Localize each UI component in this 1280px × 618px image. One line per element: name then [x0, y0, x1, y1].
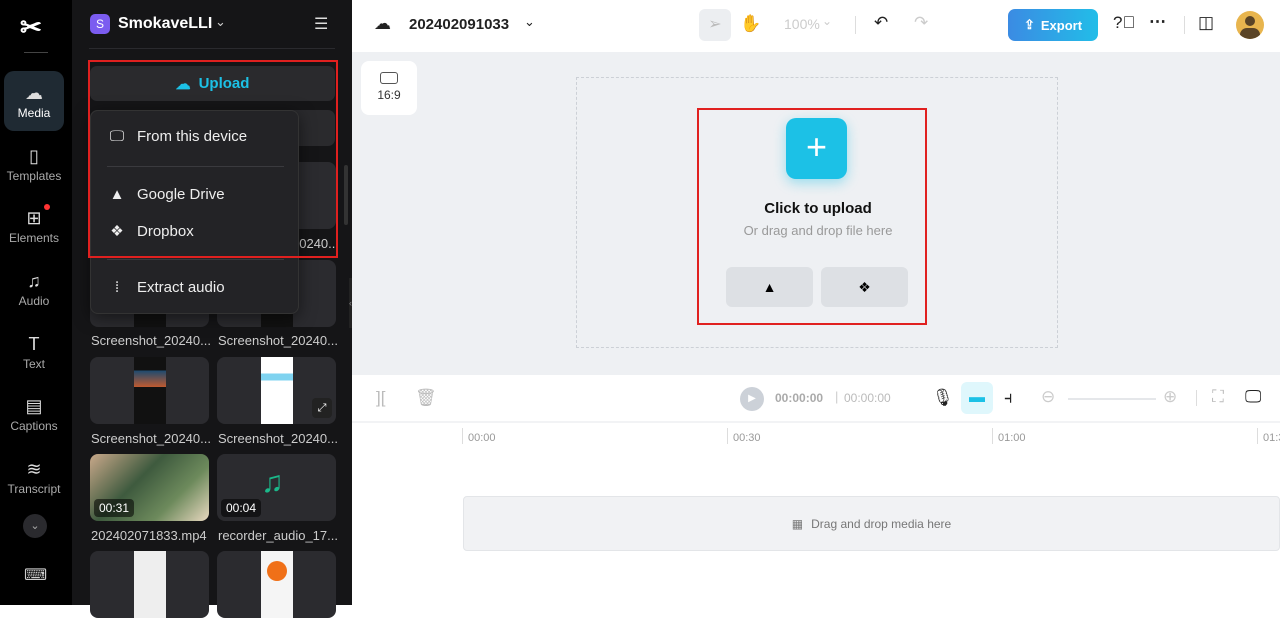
zoom-select[interactable]: 100%	[784, 16, 820, 32]
text-icon: T	[28, 333, 40, 354]
capcut-logo-icon: ✂	[20, 12, 42, 42]
chevron-down-icon[interactable]: ⌄	[215, 14, 226, 30]
media-tile[interactable]	[90, 357, 209, 424]
select-tool-icon[interactable]: ➢	[699, 9, 731, 41]
hand-tool-icon[interactable]: ✋	[740, 14, 761, 34]
media-tile[interactable]	[217, 551, 336, 618]
media-name: Screenshot_20240...	[91, 431, 211, 446]
timeline-zoom-slider[interactable]	[1068, 398, 1156, 400]
templates-icon: ▯	[29, 145, 39, 166]
rail-label: Audio	[18, 293, 50, 308]
microphone-icon[interactable]: 🎙	[932, 388, 954, 408]
sort-icon[interactable]: ☰	[314, 14, 328, 34]
fit-icon[interactable]: ⛶	[1212, 387, 1224, 407]
highlight-box	[88, 60, 338, 258]
rail-templates[interactable]: ▯ Templates	[4, 134, 64, 194]
media-name: 202402071833.mp4	[91, 528, 207, 543]
media-name: recorder_audio_17...	[218, 528, 338, 543]
media-name: Screenshot_20240...	[91, 333, 211, 348]
rail-elements[interactable]: ⊞ Elements	[4, 196, 64, 256]
tick-label: 01:3	[1263, 432, 1280, 444]
film-icon: ▦	[791, 516, 804, 531]
music-note-icon: ♫	[27, 270, 41, 291]
layout-panel-icon[interactable]: ◫	[1198, 13, 1214, 33]
audio-tile[interactable]: ♫ 00:04	[217, 454, 336, 521]
cloud-upload-icon: ☁	[25, 82, 43, 103]
export-label: Export	[1040, 17, 1083, 33]
tick-label: 01:00	[998, 432, 1026, 444]
user-avatar[interactable]	[1236, 11, 1264, 39]
timeline: 00:00 00:30 01:00 01:3 ▦ Drag and drop me…	[352, 423, 1280, 605]
redo-icon[interactable]: ↷	[914, 13, 928, 33]
rail-text[interactable]: T Text	[4, 322, 64, 382]
top-bar: ☁ 202402091033 ⌄ ➢ ✋ 100% ⌄ ↶ ↷ ⇪ Export …	[352, 0, 1280, 52]
ratio-label: 16:9	[377, 88, 401, 102]
timeline-toolbar: ][ 🗑 ▶ 00:00:00 | 00:00:00 🎙 ▬ ⫞ ⊖ ⊕ ⛶ 🖵	[352, 375, 1280, 423]
extract-audio-icon: ⦙	[115, 279, 119, 296]
split-icon[interactable]: ][	[376, 388, 385, 408]
left-rail: ✂ ☁ Media ▯ Templates ⊞ Elements ♫ Audio T Te…	[0, 0, 72, 605]
track-dropzone[interactable]: ▦ Drag and drop media here	[463, 496, 1280, 551]
media-name: Screenshot_20240...	[218, 333, 338, 348]
help-icon[interactable]: ?⃝	[1113, 13, 1135, 33]
project-title[interactable]: 202402091033	[409, 16, 509, 33]
highlight-box	[697, 108, 927, 325]
media-name: Screenshot_20240...	[218, 431, 338, 446]
export-button[interactable]: ⇪ Export	[1008, 9, 1098, 41]
preview-monitor-icon[interactable]: 🖵	[1245, 387, 1261, 407]
rail-label: Media	[17, 105, 51, 120]
elements-icon: ⊞	[26, 207, 42, 228]
music-note-icon: ♫	[261, 466, 284, 499]
transcript-icon: ≋	[26, 458, 42, 479]
scrollbar[interactable]	[344, 165, 348, 225]
workspace-avatar: S	[90, 14, 110, 34]
more-chevron-down-icon[interactable]: ⌄	[23, 514, 47, 538]
delete-icon[interactable]: 🗑	[415, 388, 437, 408]
aspect-ratio-button[interactable]: 16:9	[361, 61, 417, 115]
workspace-name[interactable]: SmokaveLLI	[118, 15, 212, 33]
expand-icon[interactable]: ⤢	[312, 398, 332, 418]
rail-audio[interactable]: ♫ Audio	[4, 259, 64, 319]
duration-badge: 00:04	[221, 499, 262, 517]
cloud-icon: ☁	[374, 14, 391, 33]
split-clip-icon[interactable]: ⫞	[1004, 388, 1013, 408]
rail-label: Templates	[6, 168, 62, 183]
play-button[interactable]: ▶	[740, 387, 764, 411]
captions-icon: ▤	[25, 395, 43, 416]
keyboard-icon[interactable]: ⌨	[24, 565, 47, 585]
ratio-icon	[380, 72, 398, 84]
rail-label: Captions	[10, 418, 58, 433]
menu-extract-audio[interactable]: ⦙ Extract audio	[107, 279, 225, 296]
rail-label: Transcript	[7, 481, 61, 496]
notification-badge	[44, 204, 50, 210]
rail-label: Text	[22, 356, 45, 371]
zoom-out-icon[interactable]: ⊖	[1041, 387, 1055, 407]
canvas-area: 16:9 + Click to upload Or drag and drop …	[352, 52, 1280, 375]
snap-toggle-icon[interactable]: ▬	[961, 382, 993, 414]
undo-icon[interactable]: ↶	[874, 13, 888, 33]
chevron-down-icon: ⌄	[822, 14, 833, 28]
rail-media[interactable]: ☁ Media	[4, 71, 64, 131]
media-tile[interactable]: ⤢	[217, 357, 336, 424]
zoom-in-icon[interactable]: ⊕	[1163, 387, 1177, 407]
duration-badge: 00:31	[94, 499, 135, 517]
export-icon: ⇪	[1023, 17, 1035, 32]
rail-transcript[interactable]: ≋ Transcript	[4, 447, 64, 507]
more-icon[interactable]: ⋯	[1149, 12, 1166, 32]
total-time: 00:00:00	[844, 391, 891, 405]
tick-label: 00:00	[468, 432, 496, 444]
tick-label: 00:30	[733, 432, 761, 444]
drop-hint: Drag and drop media here	[811, 516, 952, 531]
media-tile[interactable]	[90, 551, 209, 618]
rail-captions[interactable]: ▤ Captions	[4, 384, 64, 444]
chevron-down-icon[interactable]: ⌄	[524, 14, 535, 30]
video-tile[interactable]: 00:31	[90, 454, 209, 521]
rail-label: Elements	[8, 230, 60, 245]
current-time: 00:00:00	[775, 391, 824, 405]
menu-label: Extract audio	[137, 279, 225, 296]
